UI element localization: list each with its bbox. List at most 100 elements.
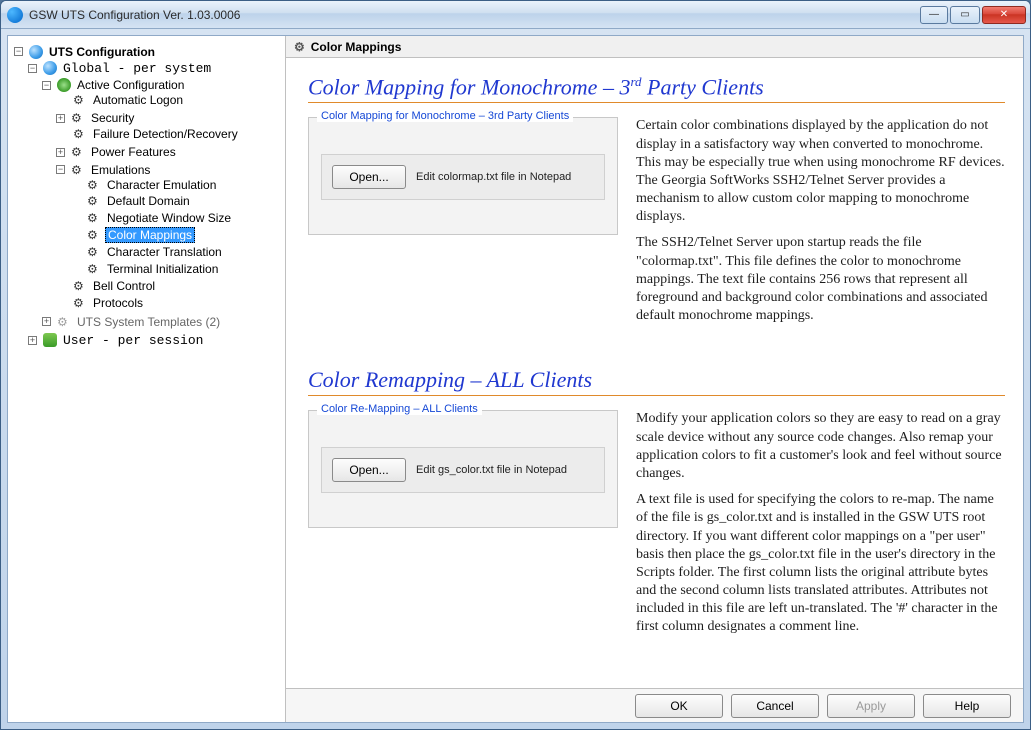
content-title: Color Mappings [311, 40, 402, 54]
open-colormap-button[interactable]: Open... [332, 165, 406, 189]
tree-root-label: UTS Configuration [47, 45, 157, 59]
titlebar[interactable]: GSW UTS Configuration Ver. 1.03.0006 — ▭… [1, 1, 1030, 29]
spacer [70, 197, 81, 206]
title-sup: rd [630, 74, 641, 89]
tree-item-label: Character Emulation [105, 178, 218, 192]
client-area: − UTS Configuration − Global - per syste… [7, 35, 1024, 723]
tree-item-label: Power Features [89, 145, 178, 159]
spacer [70, 248, 81, 257]
window-buttons: — ▭ ✕ [920, 6, 1026, 24]
gear-icon [57, 315, 71, 329]
tree-global-label: Global - per system [61, 61, 213, 76]
desc-paragraph: The SSH2/Telnet Server upon startup read… [636, 234, 1005, 325]
help-button[interactable]: Help [923, 694, 1011, 718]
cancel-button[interactable]: Cancel [731, 694, 819, 718]
section1-row: Color Mapping for Monochrome – 3rd Party… [308, 117, 1005, 333]
tree-color-mappings[interactable]: Color Mappings [70, 227, 195, 243]
apply-button[interactable]: Apply [827, 694, 915, 718]
spacer [56, 298, 67, 307]
tree-terminal-init[interactable]: Terminal Initialization [70, 262, 220, 276]
expand-icon[interactable]: + [56, 148, 65, 157]
tree-negotiate[interactable]: Negotiate Window Size [70, 211, 233, 225]
gear-icon [87, 228, 101, 242]
expand-icon[interactable]: + [42, 317, 51, 326]
maximize-button[interactable]: ▭ [950, 6, 980, 24]
section1-title: Color Mapping for Monochrome – 3rd Party… [308, 74, 1005, 100]
spacer [70, 231, 81, 240]
tree-user-label: User - per session [61, 333, 205, 348]
open-gscolor-button[interactable]: Open... [332, 458, 406, 482]
users-icon [43, 333, 57, 347]
groupbox-monochrome: Color Mapping for Monochrome – 3rd Party… [308, 117, 618, 235]
tree-item-label: Emulations [89, 163, 152, 177]
collapse-icon[interactable]: − [42, 81, 51, 90]
desc-paragraph: Certain color combinations displayed by … [636, 117, 1005, 226]
collapse-icon[interactable]: − [56, 165, 65, 174]
divider [308, 395, 1005, 396]
gear-icon [87, 211, 101, 225]
ok-button[interactable]: OK [635, 694, 723, 718]
tree-failure[interactable]: Failure Detection/Recovery [56, 127, 240, 141]
tree-item-label: Active Configuration [75, 78, 186, 92]
section2-title: Color Remapping – ALL Clients [308, 367, 1005, 393]
tree-security[interactable]: + Security [56, 111, 136, 125]
groupbox-inner: Open... Edit gs_color.txt file in Notepa… [321, 447, 605, 493]
tree-protocols[interactable]: Protocols [56, 296, 145, 310]
tree-item-label: Automatic Logon [91, 93, 185, 107]
gear-icon [57, 78, 71, 92]
tree-item-label: Color Mappings [105, 227, 195, 243]
tree-item-label: UTS System Templates (2) [75, 315, 222, 329]
tree-templates[interactable]: + UTS System Templates (2) [42, 315, 222, 329]
tree-power[interactable]: + Power Features [56, 145, 178, 159]
gear-icon [71, 145, 85, 159]
tree-default-domain[interactable]: Default Domain [70, 194, 192, 208]
tree-item-label: Terminal Initialization [105, 262, 220, 276]
tree-item-label: Negotiate Window Size [105, 211, 233, 225]
collapse-icon[interactable]: − [28, 64, 37, 73]
minimize-button[interactable]: — [920, 6, 948, 24]
tree-emulations[interactable]: − Emulations [56, 163, 152, 177]
tree-pane[interactable]: − UTS Configuration − Global - per syste… [8, 36, 286, 722]
gear-icon [73, 93, 87, 107]
groupbox-legend: Color Re-Mapping – ALL Clients [317, 403, 482, 415]
expand-icon[interactable]: + [56, 114, 65, 123]
expand-icon[interactable]: + [28, 336, 37, 345]
tree-item-label: Character Translation [105, 245, 224, 259]
gear-icon [87, 194, 101, 208]
tree-item-label: Protocols [91, 296, 145, 310]
tree-automatic-logon[interactable]: Automatic Logon [56, 93, 185, 107]
title-text: Party Clients [642, 74, 764, 99]
tree-item-label: Default Domain [105, 194, 192, 208]
dialog-footer: OK Cancel Apply Help [286, 688, 1023, 722]
spacer [70, 213, 81, 222]
window-title: GSW UTS Configuration Ver. 1.03.0006 [29, 8, 240, 22]
close-button[interactable]: ✕ [982, 6, 1026, 24]
collapse-icon[interactable]: − [14, 47, 23, 56]
spacer [56, 96, 67, 105]
divider [308, 102, 1005, 103]
section2-desc: Modify your application colors so they a… [636, 410, 1005, 644]
app-icon [7, 7, 23, 23]
config-tree[interactable]: − UTS Configuration − Global - per syste… [12, 42, 281, 350]
tree-root[interactable]: − UTS Configuration [14, 45, 157, 59]
gear-icon [73, 296, 87, 310]
groupbox-inner: Open... Edit colormap.txt file in Notepa… [321, 154, 605, 200]
tree-user[interactable]: + User - per session [28, 333, 205, 348]
spacer [56, 282, 67, 291]
tree-char-emulation[interactable]: Character Emulation [70, 178, 218, 192]
spacer [70, 264, 81, 273]
tree-active-config[interactable]: − Active Configuration [42, 78, 186, 92]
tree-bell[interactable]: Bell Control [56, 279, 157, 293]
section2-row: Color Re-Mapping – ALL Clients Open... E… [308, 410, 1005, 644]
content-pane: Color Mappings Color Mapping for Monochr… [286, 36, 1023, 722]
section1-desc: Certain color combinations displayed by … [636, 117, 1005, 333]
tree-global[interactable]: − Global - per system [28, 61, 213, 76]
open-hint: Edit gs_color.txt file in Notepad [416, 464, 567, 476]
gear-icon [71, 111, 85, 125]
gear-icon [87, 178, 101, 192]
tree-char-translation[interactable]: Character Translation [70, 245, 224, 259]
app-window: GSW UTS Configuration Ver. 1.03.0006 — ▭… [0, 0, 1031, 730]
open-hint: Edit colormap.txt file in Notepad [416, 171, 571, 183]
groupbox-remap: Color Re-Mapping – ALL Clients Open... E… [308, 410, 618, 528]
tree-item-label: Bell Control [91, 279, 157, 293]
